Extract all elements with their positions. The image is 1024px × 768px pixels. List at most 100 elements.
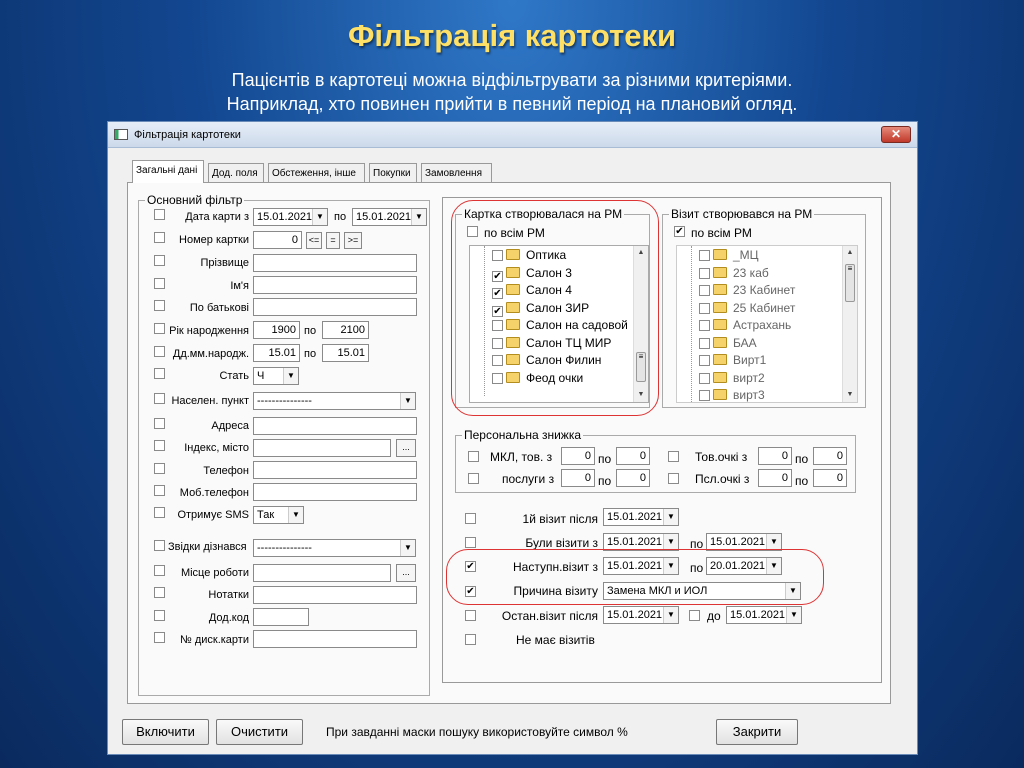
index-ellipsis-button[interactable]: ... <box>396 439 416 457</box>
close-button[interactable]: Закрити <box>716 719 798 745</box>
mkl-to-input[interactable]: 0 <box>616 447 650 465</box>
last-visit-to-checkbox[interactable] <box>689 610 700 621</box>
name-checkbox[interactable] <box>154 278 165 289</box>
chevron-down-icon: ▼ <box>766 534 781 550</box>
notes-input[interactable] <box>253 586 417 604</box>
first-visit-date-select[interactable]: 15.01.2021 ▼ <box>603 508 679 526</box>
birth-year-to-input[interactable]: 2100 <box>322 321 369 339</box>
psl-to-input[interactable]: 0 <box>813 469 847 487</box>
notes-checkbox[interactable] <box>154 587 165 598</box>
item-checkbox[interactable] <box>699 373 710 384</box>
item-checkbox[interactable] <box>699 338 710 349</box>
list-item[interactable]: 23 каб <box>699 266 769 283</box>
item-checkbox[interactable] <box>699 268 710 279</box>
patronymic-input[interactable] <box>253 298 417 316</box>
first-visit-checkbox[interactable] <box>465 513 476 524</box>
chevron-down-icon: ▼ <box>288 507 303 523</box>
tov-to-input[interactable]: 0 <box>813 447 847 465</box>
work-input[interactable] <box>253 564 391 582</box>
scroll-down-icon[interactable]: ▼ <box>843 388 857 402</box>
tab-extra-fields[interactable]: Дод. поля <box>208 163 264 182</box>
item-checkbox[interactable] <box>699 303 710 314</box>
addcode-checkbox[interactable] <box>154 610 165 621</box>
patronymic-checkbox[interactable] <box>154 300 165 311</box>
psl-checkbox[interactable] <box>668 473 679 484</box>
card-number-input[interactable]: 0 <box>253 231 302 249</box>
list-item[interactable]: 23 Кабинет <box>699 283 795 300</box>
birth-ddmm-from-input[interactable]: 15.01 <box>253 344 300 362</box>
sms-checkbox[interactable] <box>154 507 165 518</box>
mkl-checkbox[interactable] <box>468 451 479 462</box>
source-select[interactable]: --------------- ▼ <box>253 539 416 557</box>
list-item[interactable]: вирт3 <box>699 388 765 402</box>
sex-select[interactable]: Ч ▼ <box>253 367 299 385</box>
item-checkbox[interactable] <box>699 250 710 261</box>
clear-button[interactable]: Очистити <box>216 719 303 745</box>
sex-checkbox[interactable] <box>154 368 165 379</box>
item-checkbox[interactable] <box>699 320 710 331</box>
index-input[interactable] <box>253 439 391 457</box>
visit-created-scrollbar[interactable]: ▲ ≡ ▼ <box>842 246 857 402</box>
card-date-checkbox[interactable] <box>154 209 165 220</box>
list-item[interactable]: Вирт1 <box>699 353 766 370</box>
sms-select[interactable]: Так ▼ <box>253 506 304 524</box>
work-ellipsis-button[interactable]: ... <box>396 564 416 582</box>
services-to-input[interactable]: 0 <box>616 469 650 487</box>
item-checkbox[interactable] <box>699 285 710 296</box>
item-checkbox[interactable] <box>699 390 710 401</box>
visit-created-all-checkbox[interactable]: ✔ <box>674 226 685 237</box>
last-visit-checkbox[interactable] <box>465 610 476 621</box>
mobile-checkbox[interactable] <box>154 485 165 496</box>
address-checkbox[interactable] <box>154 418 165 429</box>
disc-card-input[interactable] <box>253 630 417 648</box>
subtitle-line-2: Наприклад, хто повинен прийти в певний п… <box>226 94 798 114</box>
services-checkbox[interactable] <box>468 473 479 484</box>
scroll-up-icon[interactable]: ▲ <box>843 246 857 260</box>
psl-po-label: по <box>795 474 809 488</box>
last-visit-from-select[interactable]: 15.01.2021 ▼ <box>603 606 679 624</box>
address-input[interactable] <box>253 417 417 435</box>
tov-checkbox[interactable] <box>668 451 679 462</box>
scroll-thumb[interactable]: ≡ <box>845 264 855 302</box>
greater-equal-button[interactable]: >= <box>344 232 362 249</box>
name-input[interactable] <box>253 276 417 294</box>
source-checkbox[interactable] <box>154 540 165 551</box>
work-checkbox[interactable] <box>154 565 165 576</box>
list-item[interactable]: 25 Кабинет <box>699 301 795 318</box>
card-date-to-select[interactable]: 15.01.2021 ▼ <box>352 208 427 226</box>
item-checkbox[interactable] <box>699 355 710 366</box>
enable-button[interactable]: Включити <box>122 719 209 745</box>
tab-purchases[interactable]: Покупки <box>369 163 417 182</box>
equal-button[interactable]: = <box>326 232 340 249</box>
index-checkbox[interactable] <box>154 440 165 451</box>
birth-year-from-input[interactable]: 1900 <box>253 321 300 339</box>
addcode-input[interactable] <box>253 608 309 626</box>
list-item[interactable]: вирт2 <box>699 371 765 388</box>
settlement-select[interactable]: --------------- ▼ <box>253 392 416 410</box>
tab-exams[interactable]: Обстеження, інше <box>268 163 365 182</box>
less-equal-button[interactable]: <= <box>306 232 322 249</box>
birth-ddmm-to-input[interactable]: 15.01 <box>322 344 369 362</box>
phone-checkbox[interactable] <box>154 463 165 474</box>
surname-input[interactable] <box>253 254 417 272</box>
mkl-from-input[interactable]: 0 <box>561 447 595 465</box>
tov-from-input[interactable]: 0 <box>758 447 792 465</box>
surname-checkbox[interactable] <box>154 255 165 266</box>
were-visits-checkbox[interactable] <box>465 537 476 548</box>
list-item[interactable]: Астрахань <box>699 318 791 335</box>
services-from-input[interactable]: 0 <box>561 469 595 487</box>
card-number-checkbox[interactable] <box>154 232 165 243</box>
psl-from-input[interactable]: 0 <box>758 469 792 487</box>
disc-card-checkbox[interactable] <box>154 632 165 643</box>
list-item[interactable]: _МЦ <box>699 248 759 265</box>
mobile-input[interactable] <box>253 483 417 501</box>
list-item[interactable]: БАА <box>699 336 757 353</box>
card-date-from-select[interactable]: 15.01.2021 ▼ <box>253 208 328 226</box>
no-visits-checkbox[interactable] <box>465 634 476 645</box>
close-icon[interactable]: ✕ <box>881 126 911 143</box>
last-visit-to-select[interactable]: 15.01.2021 ▼ <box>726 606 802 624</box>
phone-input[interactable] <box>253 461 417 479</box>
tab-orders[interactable]: Замовлення <box>421 163 492 182</box>
tab-general[interactable]: Загальні дані <box>132 160 204 183</box>
visit-created-list[interactable]: _МЦ 23 каб 23 Кабинет 25 Кабинет Астраха… <box>676 245 858 403</box>
